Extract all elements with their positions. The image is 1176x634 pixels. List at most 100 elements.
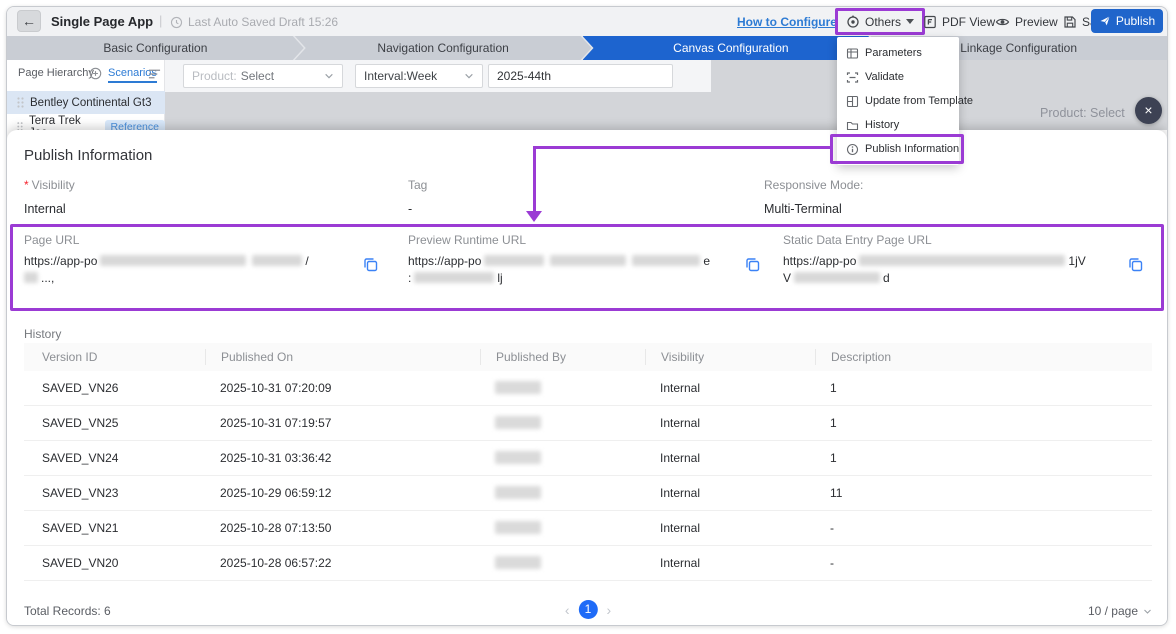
column-description: Description <box>815 349 1152 365</box>
publish-button[interactable]: Publish <box>1091 9 1163 33</box>
send-icon <box>1099 15 1111 27</box>
menu-item-update-from-template[interactable]: Update from Template <box>837 89 959 113</box>
settings-icon <box>846 15 860 29</box>
responsive-mode-value: Multi-Terminal <box>764 202 842 216</box>
menu-item-label: Validate <box>865 71 904 83</box>
cell-visibility: Internal <box>645 416 815 430</box>
product-select[interactable]: Product: Select <box>183 64 343 88</box>
cell-description: 1 <box>815 381 1152 395</box>
sidebar-item-label: Bentley Continental Gt3 <box>30 97 151 109</box>
validate-icon <box>846 71 859 84</box>
redacted-text <box>252 255 302 266</box>
cell-published-on: 2025-10-28 07:13:50 <box>205 521 480 535</box>
table-row: SAVED_VN232025-10-29 06:59:12 Internal11 <box>24 476 1152 511</box>
copy-icon[interactable] <box>363 257 378 272</box>
page-size-value: 10 / page <box>1088 604 1138 618</box>
preview-button[interactable]: Preview <box>995 7 1058 36</box>
plus-circle-icon[interactable] <box>89 67 102 80</box>
cell-version-id: SAVED_VN25 <box>24 416 205 430</box>
redacted-text <box>495 556 541 569</box>
cell-visibility: Internal <box>645 486 815 500</box>
template-icon <box>846 95 859 108</box>
interval-select[interactable]: Interval:Week <box>355 64 483 88</box>
tab-basic-configuration[interactable]: Basic Configuration <box>7 36 304 60</box>
drag-handle-icon[interactable] <box>17 97 24 108</box>
page-number[interactable]: 1 <box>579 600 598 619</box>
page-url-label: Page URL <box>24 233 79 247</box>
autosave-text: Last Auto Saved Draft 15:26 <box>188 15 338 29</box>
pdf-icon <box>923 15 937 29</box>
sidebar-tabs: Page Hierarchy Scenarios <box>7 64 165 84</box>
back-button[interactable]: ← <box>17 10 41 32</box>
publish-label: Publish <box>1116 14 1155 28</box>
responsive-mode-label: Responsive Mode: <box>764 178 863 192</box>
cell-published-by <box>480 521 645 536</box>
menu-item-label: Parameters <box>865 47 922 59</box>
modal-close-button[interactable]: × <box>1135 97 1162 124</box>
cell-description: 1 <box>815 451 1152 465</box>
history-section-label: History <box>24 327 61 341</box>
how-to-configure-link[interactable]: How to Configure <box>737 15 837 29</box>
next-page-button[interactable]: › <box>607 602 612 618</box>
annotation-arrow-line <box>533 146 536 212</box>
interval-select-value: Interval:Week <box>364 69 437 83</box>
preview-runtime-url-value: https://app-poe <box>408 254 710 268</box>
list-icon[interactable] <box>148 68 161 80</box>
cell-visibility: Internal <box>645 521 815 535</box>
others-button[interactable]: Others <box>835 8 925 35</box>
table-header: Version ID Published On Published By Vis… <box>24 343 1152 371</box>
annotation-arrow-line <box>533 146 830 149</box>
chevron-down-icon <box>464 71 474 81</box>
menu-item-label: Publish Information <box>865 143 959 155</box>
info-icon <box>846 143 859 156</box>
page-size-select[interactable]: 10 / page <box>1088 604 1152 618</box>
cell-published-by <box>480 381 645 396</box>
redacted-text <box>794 272 880 283</box>
cell-description: 1 <box>815 416 1152 430</box>
product-select-label: Product: <box>192 69 237 83</box>
cell-published-on: 2025-10-29 06:59:12 <box>205 486 480 500</box>
week-input[interactable]: 2025-44th <box>488 64 673 88</box>
parameters-icon <box>846 47 859 60</box>
menu-item-history[interactable]: History <box>837 113 959 137</box>
cell-description: 11 <box>815 486 1152 500</box>
tab-navigation-configuration[interactable]: Navigation Configuration <box>295 36 592 60</box>
table-row: SAVED_VN242025-10-31 03:36:42Internal1 <box>24 441 1152 476</box>
table-row: SAVED_VN202025-10-28 06:57:22Internal- <box>24 546 1152 581</box>
visibility-label: *Visibility <box>24 178 75 192</box>
prev-page-button[interactable]: ‹ <box>565 602 570 618</box>
clock-icon <box>170 16 183 29</box>
sidebar: Page Hierarchy Scenarios Bentley Contine… <box>7 60 165 130</box>
background-product-select: Product: Select <box>1040 106 1125 120</box>
tag-label: Tag <box>408 178 427 192</box>
sidebar-item-scenario[interactable]: Bentley Continental Gt3 <box>7 91 165 114</box>
tag-value: - <box>408 202 412 216</box>
menu-item-validate[interactable]: Validate <box>837 65 959 89</box>
save-icon <box>1063 15 1077 29</box>
cell-published-on: 2025-10-31 03:36:42 <box>205 451 480 465</box>
menu-item-parameters[interactable]: Parameters <box>837 41 959 65</box>
redacted-text <box>859 255 1065 266</box>
cell-version-id: SAVED_VN23 <box>24 486 205 500</box>
column-version-id: Version ID <box>24 349 205 365</box>
top-bar: ← Single Page App | Last Auto Saved Draf… <box>7 7 1167 36</box>
pagination: ‹ 1 › <box>565 600 611 619</box>
cell-published-on: 2025-10-28 06:57:22 <box>205 556 480 570</box>
configuration-steps: Basic Configuration Navigation Configura… <box>7 36 1167 60</box>
others-label: Others <box>865 15 901 29</box>
redacted-text <box>632 255 700 266</box>
pdf-view-button[interactable]: PDF View <box>923 7 995 36</box>
copy-icon[interactable] <box>1128 257 1143 272</box>
autosave-status: Last Auto Saved Draft 15:26 <box>170 15 338 29</box>
tab-canvas-configuration[interactable]: Canvas Configuration <box>583 36 880 60</box>
menu-item-publish-information[interactable]: Publish Information <box>837 137 959 161</box>
history-table-body: SAVED_VN262025-10-31 07:20:09Internal1SA… <box>24 371 1152 581</box>
app-window: ← Single Page App | Last Auto Saved Draf… <box>6 6 1168 626</box>
title-divider: | <box>159 13 162 28</box>
copy-icon[interactable] <box>745 257 760 272</box>
canvas-overlay: Product: Select Interval:Week 2025-44th … <box>165 60 1167 130</box>
preview-label: Preview <box>1015 15 1058 29</box>
tab-page-hierarchy[interactable]: Page Hierarchy <box>18 67 94 79</box>
redacted-text <box>495 381 541 394</box>
cell-visibility: Internal <box>645 556 815 570</box>
